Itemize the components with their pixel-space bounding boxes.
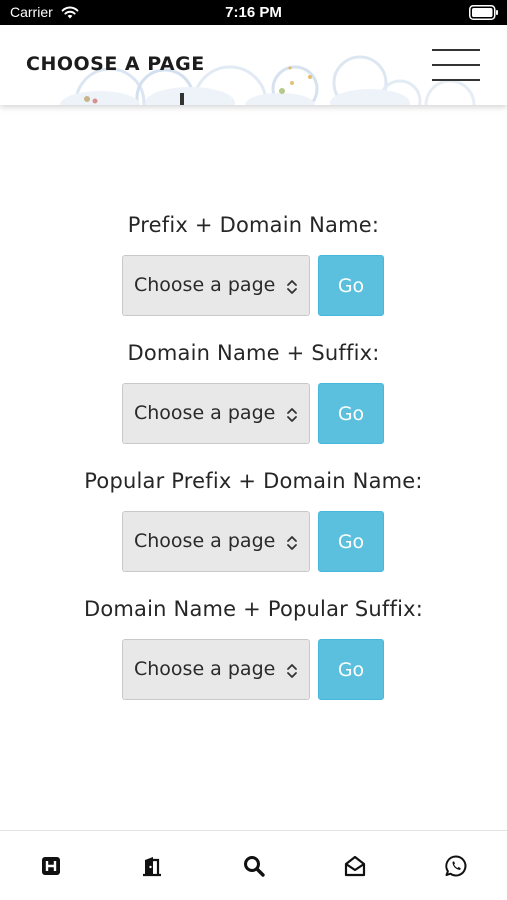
status-time: 7:16 PM bbox=[225, 4, 282, 21]
group-label: Domain Name + Popular Suffix: bbox=[83, 597, 424, 621]
app-header: CHOOSE A PAGE bbox=[0, 25, 507, 105]
group-controls: Choose a page Go bbox=[122, 511, 386, 573]
chevron-updown-icon bbox=[287, 408, 297, 422]
group-label: Domain Name + Suffix: bbox=[127, 341, 380, 365]
page-select[interactable]: Choose a page bbox=[122, 383, 310, 444]
select-value: Choose a page bbox=[134, 402, 276, 424]
popular-prefix-domain-group: Popular Prefix + Domain Name: Choose a p… bbox=[0, 469, 507, 572]
group-label: Popular Prefix + Domain Name: bbox=[84, 469, 423, 493]
group-controls: Choose a page Go bbox=[122, 383, 386, 445]
tab-mail[interactable] bbox=[342, 853, 368, 879]
prefix-domain-group: Prefix + Domain Name: Choose a page Go bbox=[0, 213, 507, 316]
menu-line-icon bbox=[432, 49, 480, 51]
page-selection-form: Prefix + Domain Name: Choose a page Go D… bbox=[0, 105, 507, 830]
hamburger-menu-button[interactable] bbox=[432, 47, 482, 83]
page-select[interactable]: Choose a page bbox=[122, 255, 310, 316]
go-button[interactable]: Go bbox=[318, 255, 384, 316]
search-icon bbox=[244, 856, 265, 877]
whatsapp-icon bbox=[445, 855, 467, 877]
domain-popular-suffix-group: Domain Name + Popular Suffix: Choose a p… bbox=[0, 597, 507, 700]
go-button[interactable]: Go bbox=[318, 639, 384, 700]
domain-suffix-group: Domain Name + Suffix: Choose a page Go bbox=[0, 341, 507, 444]
tab-search[interactable] bbox=[241, 853, 267, 879]
page-title: CHOOSE A PAGE bbox=[26, 53, 205, 75]
chevron-updown-icon bbox=[287, 536, 297, 550]
tab-home[interactable] bbox=[38, 853, 64, 879]
hospital-h-icon bbox=[42, 857, 60, 875]
page-select[interactable]: Choose a page bbox=[122, 639, 310, 700]
page-select[interactable]: Choose a page bbox=[122, 511, 310, 572]
door-open-icon bbox=[143, 857, 161, 877]
select-value: Choose a page bbox=[134, 658, 276, 680]
bottom-tab-bar bbox=[0, 830, 507, 900]
go-button[interactable]: Go bbox=[318, 383, 384, 444]
envelope-open-icon bbox=[344, 855, 366, 877]
group-controls: Choose a page Go bbox=[122, 255, 386, 317]
select-value: Choose a page bbox=[134, 274, 276, 296]
group-controls: Choose a page Go bbox=[122, 639, 386, 701]
menu-line-icon bbox=[432, 79, 480, 81]
status-bar: Carrier 7:16 PM bbox=[0, 0, 507, 25]
tab-whatsapp[interactable] bbox=[443, 853, 469, 879]
chevron-updown-icon bbox=[287, 280, 297, 294]
tab-door[interactable] bbox=[139, 853, 165, 879]
select-value: Choose a page bbox=[134, 530, 276, 552]
group-label: Prefix + Domain Name: bbox=[127, 213, 380, 237]
go-button[interactable]: Go bbox=[318, 511, 384, 572]
chevron-updown-icon bbox=[287, 664, 297, 678]
menu-line-icon bbox=[432, 64, 480, 66]
battery-icon bbox=[469, 5, 498, 20]
